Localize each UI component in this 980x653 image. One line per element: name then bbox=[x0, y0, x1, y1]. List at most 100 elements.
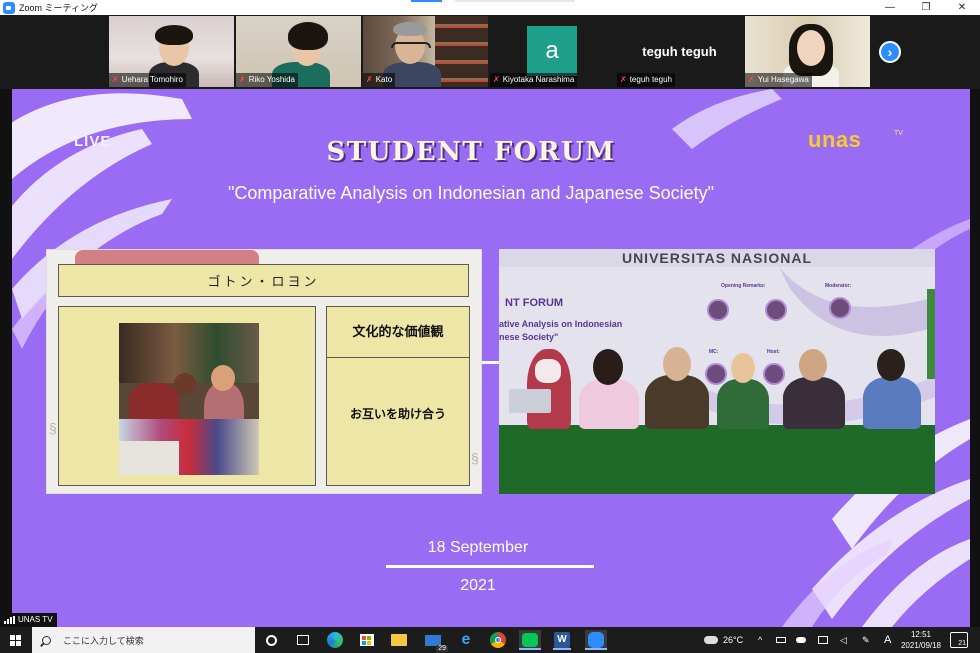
participant-name: Kiyotaka Narashima bbox=[502, 75, 575, 84]
zoom-logo-icon bbox=[3, 1, 15, 14]
participant-name-label: ✗ Uehara Tomohiro bbox=[109, 73, 186, 87]
panelist bbox=[645, 375, 709, 429]
volume-icon[interactable]: ◁ bbox=[840, 627, 847, 653]
clock-date: 2021/09/18 bbox=[900, 641, 942, 650]
speaker-photo bbox=[707, 299, 729, 321]
store-icon[interactable] bbox=[356, 630, 378, 650]
panelist-head bbox=[593, 349, 623, 385]
participant-display-name: teguh teguh bbox=[642, 44, 717, 59]
participant-tile[interactable]: a ✗ Kiyotaka Narashima bbox=[490, 16, 615, 87]
person-hair bbox=[393, 22, 427, 36]
ime-indicator[interactable]: A bbox=[884, 627, 891, 653]
mic-muted-icon: ✗ bbox=[239, 75, 246, 84]
windows-taskbar: ここに入力して検索 29 e W 26°C ^ ◁ ✎ A 12:51 2021… bbox=[0, 627, 980, 653]
task-view-icon[interactable] bbox=[292, 630, 314, 650]
panelist bbox=[783, 377, 845, 429]
event-date-day: 18 September bbox=[427, 539, 529, 556]
participant-avatar: a bbox=[527, 26, 577, 76]
search-placeholder: ここに入力して検索 bbox=[63, 635, 144, 646]
participant-tile[interactable]: ✗ Uehara Tomohiro bbox=[109, 16, 234, 87]
active-indicator bbox=[553, 648, 571, 650]
panelist bbox=[717, 379, 769, 429]
participant-name-label: ✗ Kiyotaka Narashima bbox=[490, 73, 578, 87]
panelist-head bbox=[799, 349, 827, 381]
chrome-icon[interactable] bbox=[487, 630, 509, 650]
speaker-photo bbox=[765, 299, 787, 321]
participant-tile[interactable]: ✗ Riko Yoshida bbox=[236, 16, 361, 87]
card-ornament-icon: § bbox=[471, 450, 479, 466]
view-accent-bar bbox=[455, 0, 575, 2]
banner-role-host: Host: bbox=[767, 349, 780, 355]
edge-icon[interactable] bbox=[324, 630, 346, 650]
cortana-icon[interactable] bbox=[260, 630, 282, 650]
participant-name: Uehara Tomohiro bbox=[121, 75, 183, 84]
slide-subtitle: "Comparative Analysis on Indonesian and … bbox=[227, 183, 715, 203]
tray-chevron-icon[interactable]: ^ bbox=[758, 627, 762, 653]
participant-name-label: ✗ Riko Yoshida bbox=[236, 73, 298, 87]
file-explorer-icon[interactable] bbox=[388, 630, 410, 650]
internet-explorer-icon[interactable]: e bbox=[455, 630, 477, 650]
person-hair bbox=[288, 22, 328, 50]
speaker-photo bbox=[763, 363, 785, 385]
banner-subtitle-line1: ative Analysis on Indonesian bbox=[499, 319, 623, 329]
date-divider bbox=[386, 565, 594, 568]
participant-name: Yui Hasegawa bbox=[757, 75, 809, 84]
taskbar-search[interactable]: ここに入力して検索 bbox=[32, 627, 255, 653]
notification-count: 21 bbox=[958, 640, 966, 647]
card-photo-frame bbox=[58, 306, 316, 486]
line-app-icon[interactable] bbox=[519, 630, 541, 650]
participant-tile[interactable]: teguh teguh ✗ teguh teguh bbox=[617, 16, 742, 87]
sharer-name: UNAS TV bbox=[18, 615, 53, 624]
banner-subtitle-line2: nese Society" bbox=[499, 332, 559, 342]
minimize-button[interactable]: — bbox=[872, 0, 908, 15]
panelist-head bbox=[731, 353, 755, 383]
start-button[interactable] bbox=[0, 627, 31, 653]
connector-line bbox=[482, 361, 499, 364]
slide-title: STUDENT FORUM bbox=[326, 137, 616, 167]
panelist-head bbox=[663, 347, 691, 381]
participant-gallery: ✗ Uehara Tomohiro ✗ Riko Yoshida ✗ Kato a ✗… bbox=[0, 15, 980, 89]
card-heading: ゴトン・ロヨン bbox=[58, 264, 469, 297]
close-button[interactable]: ✕ bbox=[944, 0, 980, 15]
zoom-taskbar-icon[interactable] bbox=[585, 630, 607, 650]
onedrive-icon[interactable] bbox=[796, 627, 806, 653]
panel-table bbox=[499, 425, 935, 494]
windows-logo-icon bbox=[10, 634, 21, 646]
participant-name-label: ✗ Yui Hasegawa bbox=[745, 73, 812, 87]
participant-name: Riko Yoshida bbox=[248, 75, 295, 84]
signal-strength-icon bbox=[4, 616, 15, 624]
panelist-mask bbox=[535, 359, 561, 383]
speaker-photo bbox=[705, 363, 727, 385]
taskbar-clock[interactable]: 12:51 2021/09/18 bbox=[896, 629, 946, 651]
panelist bbox=[579, 379, 639, 429]
chevron-right-icon: › bbox=[887, 44, 893, 60]
banner-role-opening: Opening Remarks: bbox=[721, 283, 766, 289]
participant-tile[interactable]: ✗ Kato bbox=[363, 16, 488, 87]
word-icon[interactable]: W bbox=[551, 630, 573, 650]
battery-icon[interactable] bbox=[776, 627, 786, 653]
participant-tile[interactable]: ✗ Yui Hasegawa bbox=[745, 16, 870, 87]
next-page-button[interactable]: › bbox=[879, 41, 901, 63]
panelist bbox=[863, 377, 921, 429]
mail-icon[interactable]: 29 bbox=[422, 630, 448, 652]
close-icon: ✕ bbox=[957, 2, 967, 13]
cloud-icon bbox=[704, 636, 718, 644]
weather-widget[interactable]: 26°C bbox=[704, 627, 743, 653]
restore-button[interactable]: ❐ bbox=[908, 0, 944, 15]
card-ornament-icon: § bbox=[49, 420, 57, 436]
notification-center-button[interactable]: 21 bbox=[950, 632, 968, 648]
person-hair bbox=[155, 25, 193, 45]
banner-title: NT FORUM bbox=[505, 297, 564, 309]
cultural-value-label: 文化的な価値観 bbox=[352, 324, 444, 339]
headset bbox=[391, 42, 431, 48]
banner-role-moderator: Moderator: bbox=[825, 283, 852, 289]
temperature: 26°C bbox=[723, 635, 744, 645]
search-icon bbox=[42, 635, 51, 645]
window-controls: — ❐ ✕ bbox=[872, 0, 980, 15]
network-icon[interactable] bbox=[818, 627, 828, 653]
participant-name-label: ✗ Kato bbox=[363, 73, 396, 87]
pen-icon[interactable]: ✎ bbox=[862, 627, 870, 653]
active-indicator bbox=[585, 648, 607, 650]
flag bbox=[927, 289, 935, 379]
mic-muted-icon: ✗ bbox=[493, 75, 500, 84]
